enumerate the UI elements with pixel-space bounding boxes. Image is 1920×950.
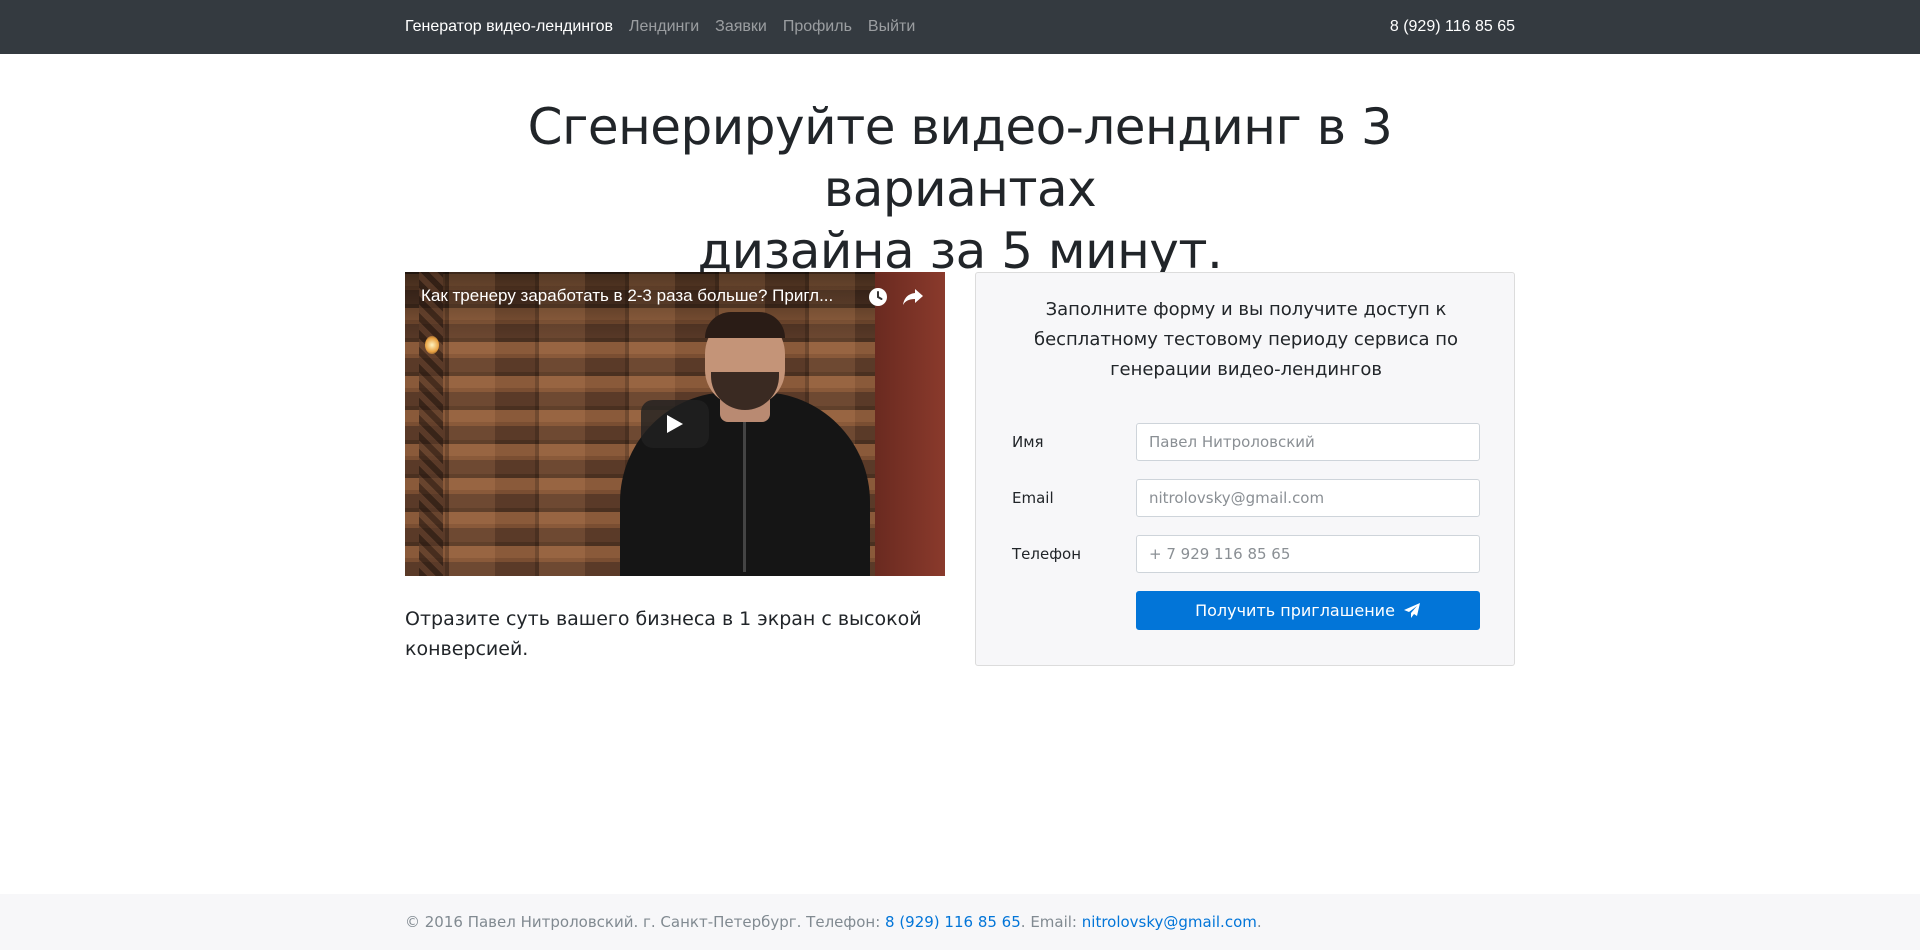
- share-icon[interactable]: [901, 286, 925, 308]
- play-button[interactable]: [641, 400, 709, 448]
- phone-input[interactable]: [1136, 535, 1480, 573]
- page-footer: © 2016 Павел Нитроловский. г. Санкт-Пете…: [0, 894, 1920, 950]
- play-icon: [667, 415, 683, 433]
- watch-later-icon[interactable]: [867, 286, 889, 308]
- footer-email-prefix: . Email:: [1020, 913, 1082, 931]
- footer-email-link[interactable]: nitrolovsky@gmail.com: [1082, 913, 1257, 931]
- form-row-phone: Телефон: [1012, 535, 1480, 573]
- name-label: Имя: [1012, 433, 1044, 451]
- lamp-bulb: [425, 336, 439, 354]
- email-label: Email: [1012, 489, 1054, 507]
- phone-label: Телефон: [1012, 545, 1082, 563]
- footer-text: © 2016 Павел Нитроловский. г. Санкт-Пете…: [405, 894, 1262, 950]
- video-caption: Отразите суть вашего бизнеса в 1 экран с…: [405, 608, 922, 660]
- form-intro: Заполните форму и вы получите доступ к б…: [1033, 299, 1459, 380]
- page-title-line-1: Сгенерируйте видео-лендинг в 3 вариантах: [527, 98, 1393, 218]
- email-input[interactable]: [1136, 479, 1480, 517]
- footer-copyright: © 2016 Павел Нитроловский. г. Санкт-Пете…: [405, 913, 886, 931]
- nav-link-requests[interactable]: Заявки: [715, 18, 767, 36]
- paper-plane-icon: [1403, 602, 1420, 618]
- get-invite-button[interactable]: Получить приглашение: [1136, 591, 1480, 630]
- navbar-phone: 8 (929) 116 85 65: [1389, 18, 1515, 35]
- invite-form-card: Заполните форму и вы получите доступ к б…: [975, 272, 1515, 666]
- form-row-name: Имя: [1012, 423, 1480, 461]
- name-input[interactable]: [1136, 423, 1480, 461]
- page-title: Сгенерируйте видео-лендинг в 3 вариантах…: [405, 96, 1515, 282]
- nav-link-landings[interactable]: Лендинги: [629, 18, 699, 36]
- get-invite-button-label: Получить приглашение: [1195, 601, 1395, 620]
- top-navbar: Генератор видео-лендингов Лендинги Заявк…: [0, 0, 1920, 54]
- footer-phone-link[interactable]: 8 (929) 116 85 65: [885, 913, 1021, 931]
- brand-link[interactable]: Генератор видео-лендингов: [405, 18, 613, 36]
- footer-suffix: .: [1256, 913, 1262, 931]
- nav-link-profile[interactable]: Профиль: [783, 18, 852, 36]
- form-row-email: Email: [1012, 479, 1480, 517]
- video-player[interactable]: Как тренеру заработать в 2-3 раза больше…: [405, 272, 945, 576]
- nav-link-logout[interactable]: Выйти: [868, 18, 915, 36]
- video-title[interactable]: Как тренеру заработать в 2-3 раза больше…: [421, 286, 861, 306]
